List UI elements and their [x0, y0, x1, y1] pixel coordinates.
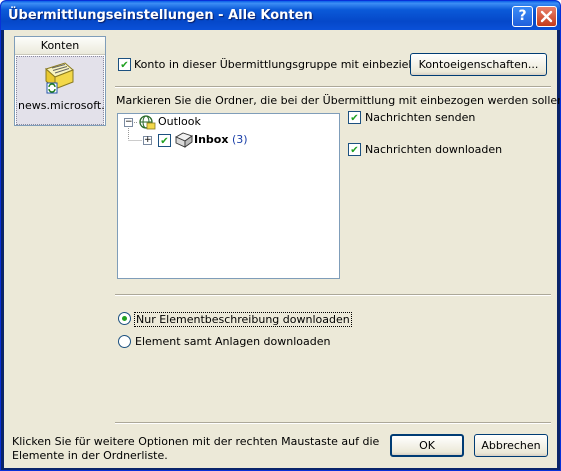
- account-properties-button[interactable]: Kontoeigenschaften...: [410, 53, 547, 76]
- cancel-button[interactable]: Abbrechen: [474, 434, 548, 457]
- account-name: news.microsoft...: [18, 99, 104, 112]
- separator-bottom: [115, 422, 551, 424]
- collapse-outlook-button[interactable]: −: [124, 118, 133, 127]
- title-bar[interactable]: Übermittlungseinstellungen - Alle Konten…: [1, 1, 560, 30]
- footer-hint-line1: Klicken Sie für weitere Optionen mit der…: [12, 435, 380, 448]
- close-icon: [540, 10, 553, 23]
- ok-button[interactable]: OK: [390, 434, 464, 457]
- inbox-folder-icon: [175, 132, 193, 148]
- account-item[interactable]: news.microsoft...: [16, 56, 104, 125]
- headers-only-label: Nur Elementbeschreibung downloaden: [134, 312, 352, 327]
- tree-outlook-label[interactable]: Outlook: [158, 115, 201, 128]
- window-title: Übermittlungseinstellungen - Alle Konten: [8, 8, 313, 23]
- accounts-list[interactable]: Konten news.microsoft...: [14, 36, 106, 126]
- full-items-radio[interactable]: [118, 335, 131, 348]
- send-messages-checkbox[interactable]: [348, 111, 361, 124]
- headers-only-radio[interactable]: [118, 312, 131, 325]
- footer-hint-line2: Elemente in der Ordnerliste.: [12, 449, 168, 462]
- separator-top: [115, 86, 551, 88]
- download-messages-checkbox[interactable]: [348, 143, 361, 156]
- outlook-icon: [139, 115, 156, 130]
- accounts-list-header: Konten: [15, 37, 105, 55]
- inbox-unread-count: (3): [232, 133, 248, 146]
- close-button[interactable]: [536, 6, 557, 27]
- news-account-icon: [45, 62, 74, 94]
- inbox-checkbox[interactable]: [158, 134, 171, 147]
- expand-inbox-button[interactable]: +: [143, 136, 152, 145]
- help-button[interactable]: ?: [512, 6, 533, 27]
- download-messages-label: Nachrichten downloaden: [365, 143, 503, 156]
- folders-instruction: Markieren Sie die Ordner, die bei der Üb…: [116, 94, 561, 107]
- include-account-checkbox[interactable]: [118, 58, 131, 71]
- include-account-label: Konto in dieser Übermittlungsgruppe mit …: [134, 58, 430, 71]
- full-items-label: Element samt Anlagen downloaden: [135, 335, 331, 348]
- dialog-body: Konten news.microsoft... Konto in dieser…: [4, 30, 560, 468]
- send-messages-label: Nachrichten senden: [365, 111, 476, 124]
- separator-middle: [115, 294, 551, 296]
- folder-tree[interactable]: − Outlook + Inbox (3): [117, 113, 340, 279]
- dialog-window: Übermittlungseinstellungen - Alle Konten…: [0, 0, 561, 471]
- tree-inbox-label[interactable]: Inbox: [194, 133, 228, 146]
